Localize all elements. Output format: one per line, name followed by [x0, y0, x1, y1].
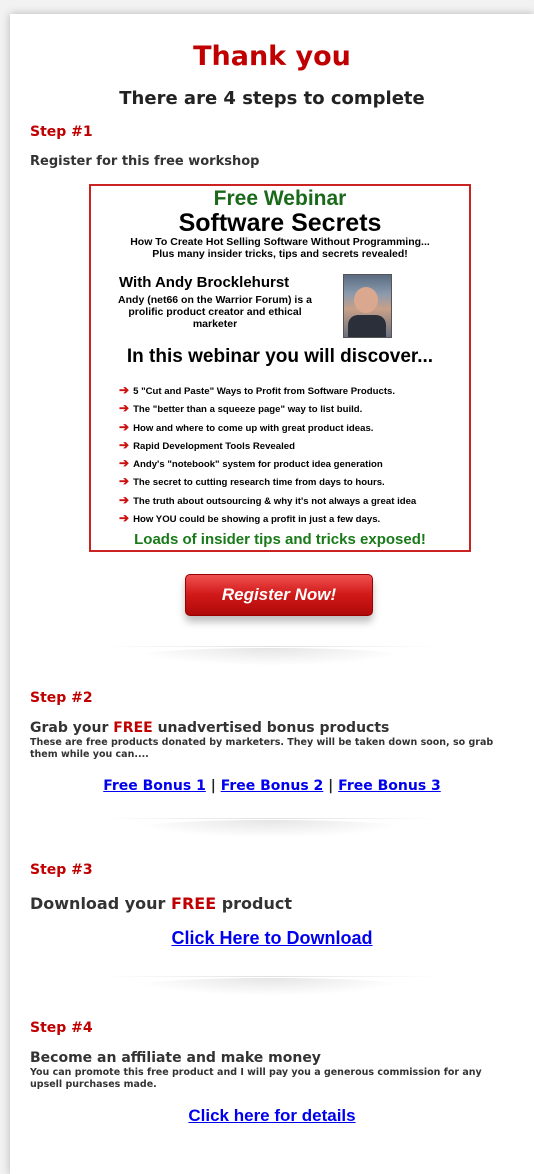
- list-item: ➔ How and where to come up with great pro…: [119, 419, 374, 434]
- bonus-links: Free Bonus 1 | Free Bonus 2 | Free Bonus…: [10, 778, 534, 794]
- banner-discover: In this webinar you will discover...: [126, 346, 434, 367]
- divider: [100, 818, 440, 838]
- list-item: ➔ The secret to cutting research time fro…: [119, 474, 385, 489]
- list-item: ➔ Andy's "notebook" system for product id…: [119, 456, 383, 471]
- divider: [100, 646, 440, 666]
- benefit-list: ➔ 5 "Cut and Paste" Ways to Profit from S…: [119, 382, 416, 528]
- banner-presenter-desc: Andy (net66 on the Warrior Forum) is a p…: [118, 294, 312, 330]
- step4-label: Step #4: [30, 1020, 93, 1036]
- arrow-right-icon: ➔: [119, 383, 130, 397]
- link-separator: |: [328, 778, 334, 794]
- affiliate-details-link[interactable]: Click here for details: [188, 1106, 355, 1125]
- arrow-right-icon: ➔: [119, 437, 130, 452]
- arrow-right-icon: ➔: [119, 401, 130, 416]
- page: Thank you There are 4 steps to complete …: [10, 14, 534, 1174]
- webinar-banner[interactable]: Free Webinar Software Secrets How To Cre…: [89, 184, 471, 552]
- step1-heading: Register for this free workshop: [30, 154, 260, 169]
- banner-how-to: How To Create Hot Selling Software Witho…: [130, 236, 430, 248]
- register-now-button[interactable]: Register Now!: [185, 574, 373, 616]
- step3-label: Step #3: [30, 862, 93, 878]
- free-bonus-3-link[interactable]: Free Bonus 3: [338, 778, 441, 794]
- list-item: ➔ How YOU could be showing a profit in ju…: [119, 511, 381, 526]
- page-title: Thank you: [193, 41, 351, 72]
- arrow-right-icon: ➔: [119, 474, 130, 489]
- download-link[interactable]: Click Here to Download: [171, 928, 372, 948]
- banner-plus: Plus many insider tricks, tips and secre…: [152, 248, 408, 260]
- step3-heading: Download your FREE product: [30, 894, 293, 913]
- step2-description: These are free products donated by marke…: [30, 737, 494, 760]
- banner-loads: Loads of insider tips and tricks exposed…: [134, 531, 426, 548]
- step2-label: Step #2: [30, 690, 93, 706]
- banner-free-webinar: Free Webinar: [213, 187, 347, 210]
- list-item: ➔ 5 "Cut and Paste" Ways to Profit from S…: [119, 383, 396, 397]
- step1-label: Step #1: [30, 124, 93, 140]
- list-item: ➔ The truth about outsourcing & why it's …: [119, 492, 417, 507]
- list-item: ➔ Rapid Development Tools Revealed: [119, 437, 295, 452]
- banner-software-secrets: Software Secrets: [178, 209, 382, 237]
- free-bonus-2-link[interactable]: Free Bonus 2: [221, 778, 324, 794]
- arrow-right-icon: ➔: [119, 511, 130, 526]
- link-separator: |: [210, 778, 216, 794]
- free-bonus-1-link[interactable]: Free Bonus 1: [103, 778, 206, 794]
- arrow-right-icon: ➔: [119, 456, 130, 471]
- page-subtitle: There are 4 steps to complete: [119, 88, 425, 109]
- step4-heading: Become an affiliate and make money: [30, 1050, 321, 1066]
- arrow-right-icon: ➔: [119, 492, 130, 507]
- divider: [100, 976, 440, 996]
- step2-heading: Grab your FREE unadvertised bonus produc…: [30, 720, 390, 736]
- step4-description: You can promote this free product and I …: [30, 1067, 482, 1090]
- list-item: ➔ The "better than a squeeze page" way to…: [119, 401, 363, 416]
- banner-presenter: With Andy Brocklehurst: [119, 274, 290, 291]
- arrow-right-icon: ➔: [119, 419, 130, 434]
- presenter-photo: [343, 274, 392, 338]
